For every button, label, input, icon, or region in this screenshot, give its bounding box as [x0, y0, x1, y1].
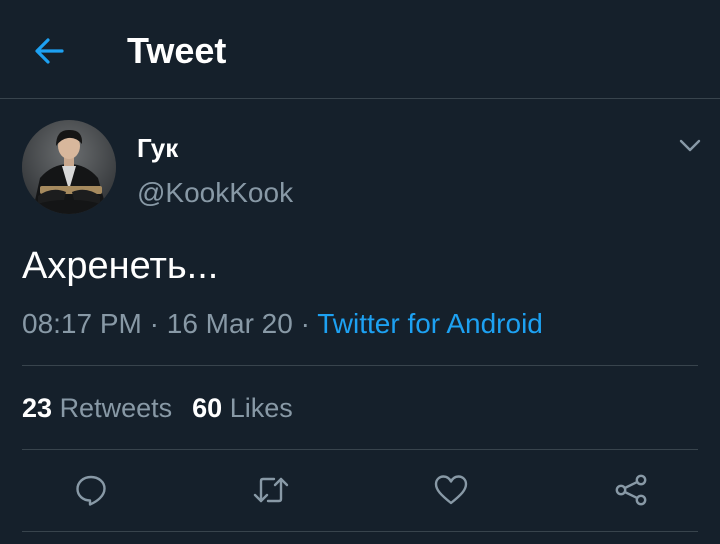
- meta-separator: ·: [300, 308, 310, 339]
- author-handle[interactable]: @KookKook: [137, 177, 293, 209]
- top-app-bar: Tweet: [0, 0, 720, 99]
- retweet-button[interactable]: [251, 470, 291, 510]
- retweets-label: Retweets: [59, 393, 173, 423]
- tweet-text: Ахренеть...: [22, 245, 219, 287]
- retweets-stat[interactable]: 23 Retweets: [22, 393, 172, 423]
- likes-count: 60: [192, 393, 223, 423]
- divider: [22, 449, 698, 450]
- share-icon: [615, 474, 647, 506]
- divider: [22, 531, 698, 532]
- likes-stat[interactable]: 60 Likes: [192, 393, 293, 423]
- arrow-left-icon: [35, 38, 64, 64]
- tweet-date: 16 Mar 20: [166, 308, 293, 339]
- reply-button[interactable]: [71, 470, 111, 510]
- like-icon: [434, 475, 468, 505]
- tweet-menu-button[interactable]: [676, 132, 704, 160]
- divider: [22, 365, 698, 366]
- meta-separator: ·: [149, 308, 159, 339]
- avatar[interactable]: [22, 120, 116, 214]
- likes-label: Likes: [229, 393, 293, 423]
- back-button[interactable]: [28, 30, 70, 72]
- reply-icon: [76, 475, 106, 506]
- tweet-time: 08:17 PM: [22, 308, 142, 339]
- avatar-photo: [22, 120, 116, 214]
- engagement-stats: 23 Retweets 60 Likes: [22, 391, 293, 425]
- like-button[interactable]: [431, 470, 471, 510]
- retweets-count: 23: [22, 393, 53, 423]
- tweet-detail-screen: Tweet Гук @KookKook Ахренеть... 08:17 PM…: [0, 0, 720, 544]
- retweet-icon: [253, 477, 289, 503]
- tweet-source-link[interactable]: Twitter for Android: [317, 308, 543, 339]
- chevron-down-icon: [679, 139, 701, 152]
- page-title: Tweet: [127, 30, 227, 71]
- tweet-metadata: 08:17 PM · 16 Mar 20 · Twitter for Andro…: [22, 307, 543, 341]
- share-button[interactable]: [611, 470, 651, 510]
- author-name[interactable]: Гук: [137, 133, 178, 163]
